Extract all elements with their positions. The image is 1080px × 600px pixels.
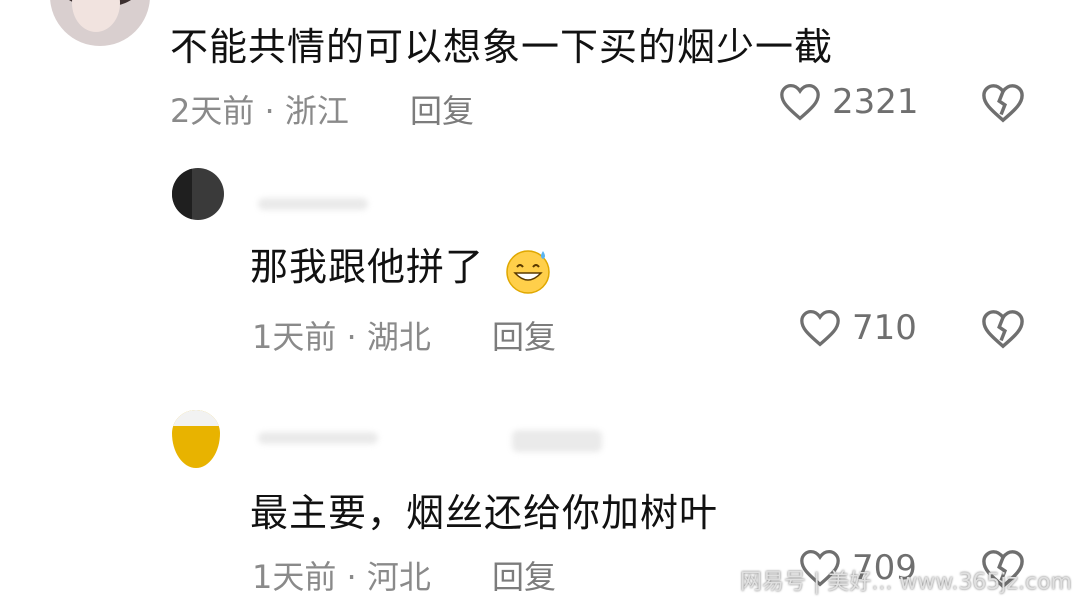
avatar-face	[72, 0, 120, 32]
avatar[interactable]	[50, 0, 150, 46]
comment-time-location: 1天前 · 湖北	[252, 318, 431, 356]
comment-time-location: 2天前 · 浙江	[170, 92, 349, 130]
grinning-sweat-emoji-icon	[506, 249, 550, 294]
heart-outline-icon	[800, 309, 840, 347]
avatar-top	[172, 410, 220, 426]
like-count: 2321	[832, 82, 919, 122]
like-button[interactable]: 710	[798, 308, 917, 348]
reply-button[interactable]: 回复	[492, 312, 556, 358]
broken-heart-icon[interactable]	[980, 82, 1026, 124]
comment-text-content: 那我跟他拼了	[250, 245, 485, 289]
avatar[interactable]	[172, 168, 224, 220]
reply-button[interactable]: 回复	[410, 86, 474, 132]
comment-text: 不能共情的可以想象一下买的烟少一截	[170, 25, 834, 69]
avatar-shadow	[172, 168, 192, 220]
avatar[interactable]	[172, 410, 220, 468]
username-blurred	[258, 198, 368, 210]
heart-outline-icon	[780, 83, 820, 121]
reply-button[interactable]: 回复	[492, 552, 556, 598]
comment-text: 那我跟他拼了	[250, 236, 553, 295]
badge-blurred	[512, 430, 602, 452]
like-count: 710	[852, 308, 917, 348]
like-button[interactable]: 2321	[778, 82, 919, 122]
comment-time-location: 1天前 · 河北	[252, 558, 431, 596]
watermark: 网易号 | 美好... www.365jz.com	[740, 570, 1072, 595]
username-blurred	[258, 432, 378, 444]
comment-text: 最主要，烟丝还给你加树叶	[250, 491, 719, 535]
broken-heart-icon[interactable]	[980, 308, 1026, 350]
